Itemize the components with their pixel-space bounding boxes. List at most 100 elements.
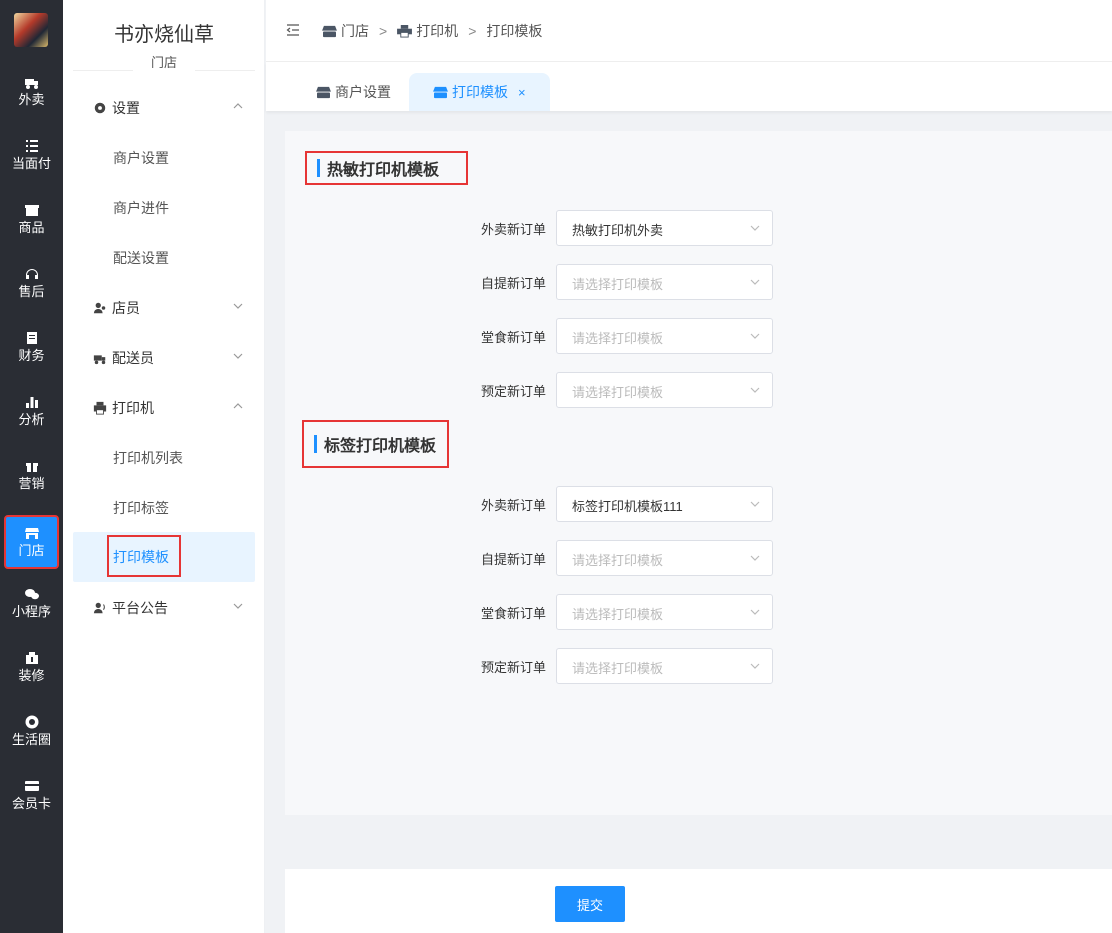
chevron-down-icon: [750, 333, 760, 339]
rail-item-miniapp[interactable]: 小程序: [0, 578, 63, 634]
chevron-down-icon: [233, 353, 243, 359]
field-label: 堂食新订单: [480, 330, 546, 345]
rail-label: 会员卡: [11, 796, 51, 811]
rail-item-lifecircle[interactable]: 生活圈: [0, 706, 63, 762]
section-title-label: 标签打印机模板: [302, 420, 449, 468]
template-select[interactable]: 热敏打印机外卖: [556, 210, 773, 246]
rail-label: 小程序: [11, 604, 51, 619]
rail-label: 售后: [18, 284, 45, 299]
menu-item-printer-list[interactable]: 打印机列表: [113, 448, 183, 468]
template-select[interactable]: 请选择打印模板: [556, 540, 773, 576]
template-select[interactable]: 请选择打印模板: [556, 318, 773, 354]
menu-item-merchant-settings[interactable]: 商户设置: [113, 148, 169, 168]
collapse-menu-icon[interactable]: [286, 23, 300, 37]
select-placeholder: 请选择打印模板: [572, 277, 664, 292]
store-icon: [433, 86, 448, 98]
menu-group-settings[interactable]: 设置: [93, 97, 243, 119]
rail-item-marketing[interactable]: 营销: [0, 450, 63, 506]
form-row-thermal-pickup: 自提新订单 请选择打印模板: [456, 264, 774, 300]
secondary-sidebar: 书亦烧仙草 门店 设置 商户设置 商户进件 配送设置 店员 配送员 打印机 打印…: [63, 0, 265, 933]
menu-item-delivery-settings[interactable]: 配送设置: [113, 248, 169, 268]
rail-item-aftersale[interactable]: 售后: [0, 258, 63, 314]
chevron-down-icon: [750, 555, 760, 561]
headset-icon: [25, 269, 38, 279]
submit-button[interactable]: 提交: [555, 886, 625, 922]
form-row-label-dinein: 堂食新订单 请选择打印模板: [456, 594, 774, 630]
select-placeholder: 请选择打印模板: [572, 553, 664, 568]
tab-print-template[interactable]: 打印模板 ×: [409, 73, 550, 111]
gift-icon: [25, 463, 38, 472]
product-icon: [24, 205, 39, 216]
chevron-down-icon: [233, 303, 243, 309]
rail-label: 外卖: [18, 92, 45, 107]
rail-label: 商品: [18, 220, 45, 235]
chevron-down-icon: [750, 609, 760, 615]
rail-label: 营销: [18, 476, 45, 491]
menu-group-courier[interactable]: 配送员: [93, 347, 243, 369]
rail-item-store[interactable]: 门店: [4, 515, 59, 569]
section-title-thermal: 热敏打印机模板: [305, 151, 468, 185]
printer-icon: [397, 24, 413, 38]
announcement-icon: [93, 602, 105, 614]
tab-label: 打印模板: [452, 84, 508, 100]
menu-group-staff[interactable]: 店员: [93, 297, 243, 319]
chevron-down-icon: [750, 225, 760, 231]
tab-label: 商户设置: [335, 84, 391, 100]
rail-item-takeout[interactable]: 外卖: [0, 66, 63, 122]
field-label: 自提新订单: [480, 276, 546, 291]
rail-item-decor[interactable]: 装修: [0, 642, 63, 698]
store-icon: [322, 25, 337, 37]
store-icon: [24, 528, 39, 539]
select-placeholder: 请选择打印模板: [572, 607, 664, 622]
template-select[interactable]: 请选择打印模板: [556, 648, 773, 684]
menu-group-label: 打印机: [112, 400, 154, 416]
select-placeholder: 请选择打印模板: [572, 385, 664, 400]
chevron-down-icon: [233, 603, 243, 609]
breadcrumb-label: 打印机: [416, 23, 459, 39]
breadcrumb-label: 门店: [341, 23, 369, 39]
store-icon: [316, 86, 331, 98]
field-label: 预定新订单: [480, 384, 546, 399]
field-label: 堂食新订单: [480, 606, 546, 621]
rail-item-membercard[interactable]: 会员卡: [0, 770, 63, 826]
menu-group-label: 店员: [112, 300, 140, 316]
template-select[interactable]: 请选择打印模板: [556, 594, 773, 630]
form-row-thermal-takeout: 外卖新订单 热敏打印机外卖: [456, 210, 774, 246]
rail-item-pay[interactable]: 当面付: [0, 130, 63, 186]
menu-item-label: 打印模板: [107, 535, 181, 577]
rail-label: 财务: [18, 348, 45, 363]
sidebar-section-title: 门店: [63, 52, 265, 71]
breadcrumb-store[interactable]: 门店: [322, 21, 369, 41]
menu-group-printer[interactable]: 打印机: [93, 397, 243, 419]
rail-item-analysis[interactable]: 分析: [0, 386, 63, 442]
tab-merchant-settings[interactable]: 商户设置: [316, 73, 391, 111]
menu-group-notice[interactable]: 平台公告: [93, 597, 243, 619]
finance-icon: [26, 332, 37, 344]
card-icon: [24, 781, 39, 791]
menu-item-merchant-onboarding[interactable]: 商户进件: [113, 198, 169, 218]
field-label: 自提新订单: [480, 552, 546, 567]
footer-bar: 提交: [285, 869, 1112, 933]
chart-icon: [25, 397, 38, 408]
menu-item-print-label[interactable]: 打印标签: [113, 498, 169, 518]
chevron-up-icon: [233, 403, 243, 409]
decor-icon: [25, 652, 38, 664]
delivery-truck-icon: [93, 355, 106, 365]
chevron-down-icon: [750, 387, 760, 393]
rail-item-products[interactable]: 商品: [0, 194, 63, 250]
rail-label: 生活圈: [11, 732, 51, 747]
chevron-down-icon: [750, 501, 760, 507]
menu-item-print-template[interactable]: 打印模板: [73, 532, 255, 582]
rail-label: 当面付: [11, 156, 51, 171]
menu-group-label: 设置: [112, 100, 140, 116]
app-logo[interactable]: [14, 13, 48, 47]
field-label: 外卖新订单: [480, 222, 546, 237]
template-select[interactable]: 请选择打印模板: [556, 372, 773, 408]
form-row-thermal-dinein: 堂食新订单 请选择打印模板: [456, 318, 774, 354]
breadcrumb-printer[interactable]: 打印机: [397, 21, 458, 41]
template-select[interactable]: 请选择打印模板: [556, 264, 773, 300]
template-select[interactable]: 标签打印机模板111: [556, 486, 773, 522]
close-icon[interactable]: ×: [518, 85, 526, 100]
rail-item-finance[interactable]: 财务: [0, 322, 63, 378]
shop-name: 书亦烧仙草: [114, 22, 214, 46]
